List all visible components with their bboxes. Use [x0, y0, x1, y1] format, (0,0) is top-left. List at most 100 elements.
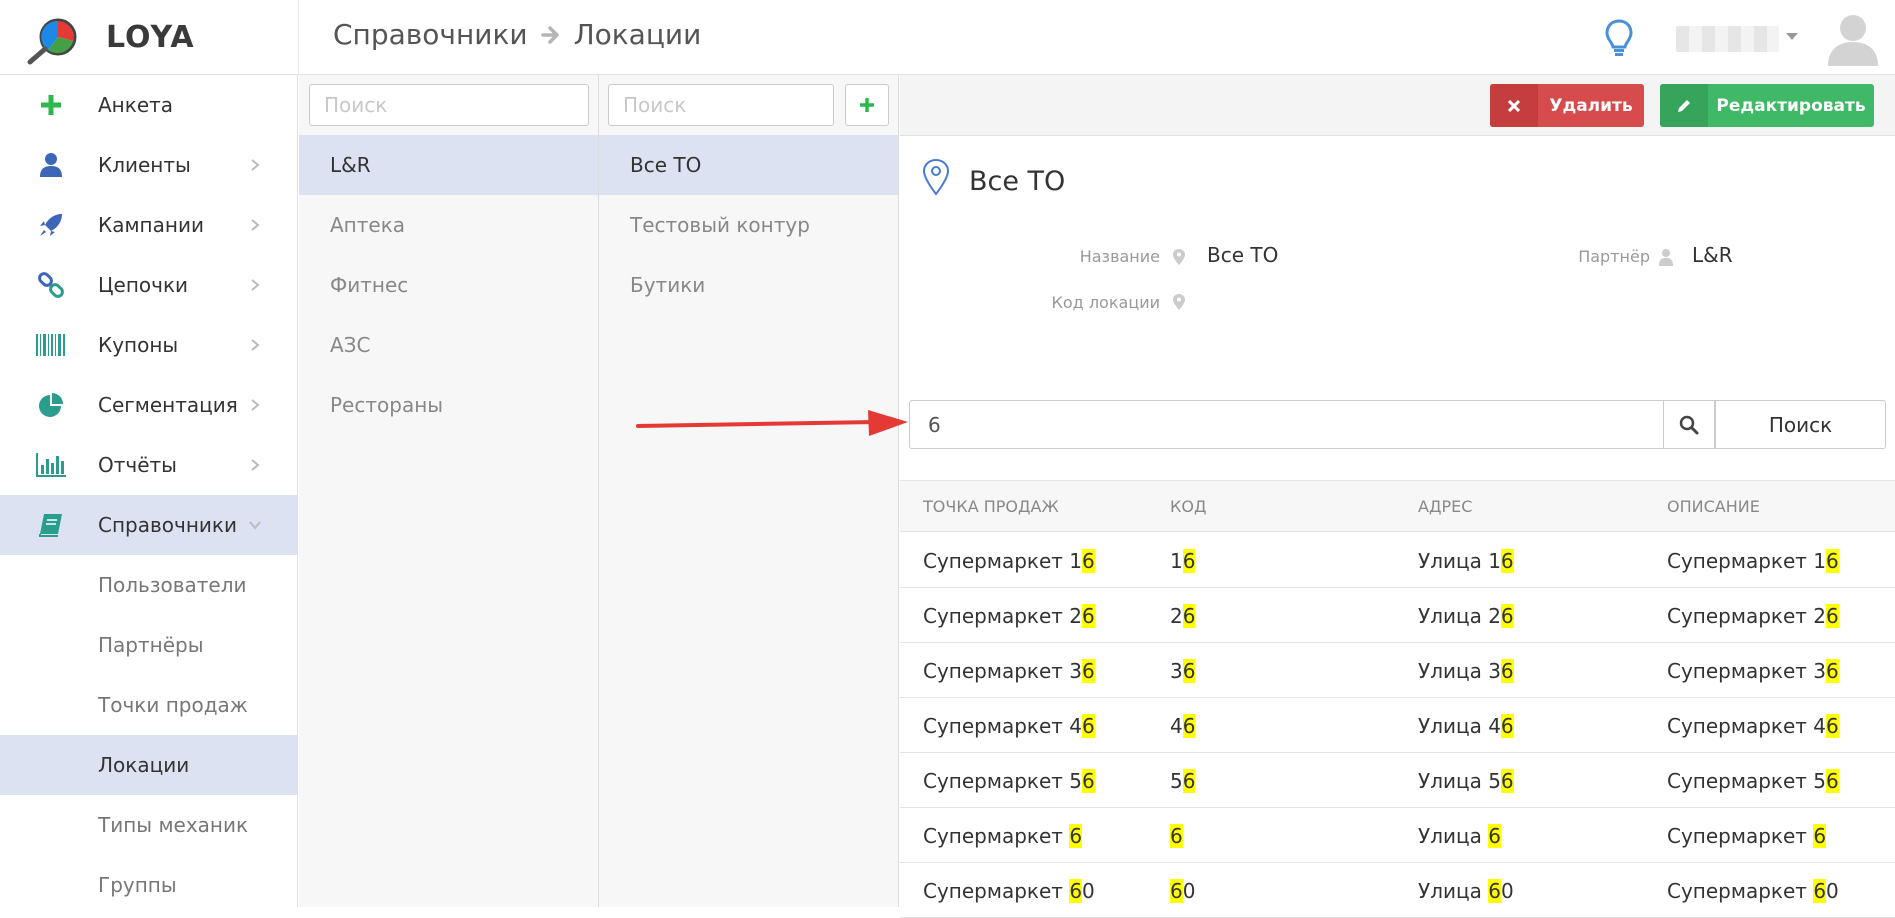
table-row[interactable]: Супермаркет 56 56 Улица 56 Супермаркет 56: [900, 753, 1895, 808]
location-item[interactable]: Тестовый контур: [599, 195, 898, 255]
sidebar-subitem-label: Пользователи: [98, 573, 247, 597]
search-icon-button[interactable]: [1663, 400, 1715, 449]
partner-item[interactable]: АЗС: [299, 315, 598, 375]
sidebar-subitem-partners[interactable]: Партнёры: [0, 615, 298, 675]
table-row[interactable]: Супермаркет 60 60 Улица 60 Супермаркет 60: [900, 863, 1895, 918]
location-title: Все ТО: [969, 166, 1066, 197]
table-cell: Супермаркет 26: [923, 604, 1095, 628]
pie-chart-icon: [36, 390, 66, 420]
partners-search-input[interactable]: [309, 84, 589, 126]
table-cell: 46: [1170, 714, 1196, 738]
name-field-value: Все ТО: [1207, 243, 1279, 267]
column-header[interactable]: Код: [1170, 497, 1206, 516]
plus-icon: [36, 90, 66, 120]
location-item-label: Бутики: [630, 273, 706, 297]
table-cell: Супермаркет 6: [923, 824, 1083, 848]
sidebar-item-directories[interactable]: Справочники: [0, 495, 298, 555]
breadcrumb-current: Локации: [573, 18, 702, 51]
table-cell: Супермаркет 26: [1667, 604, 1839, 628]
partner-item[interactable]: L&R: [299, 135, 598, 195]
map-pin-icon: [1173, 294, 1185, 310]
table-cell: 26: [1170, 604, 1196, 628]
app-name: LOYA: [106, 20, 195, 55]
search-highlight: 6: [1082, 714, 1095, 738]
breadcrumb-item[interactable]: Справочники: [333, 18, 528, 51]
sidebar-subitem-label: Точки продаж: [98, 693, 248, 717]
column-header[interactable]: Адрес: [1418, 497, 1472, 516]
search-highlight: 6: [1826, 604, 1839, 628]
table-row[interactable]: Супермаркет 26 26 Улица 26 Супермаркет 26: [900, 588, 1895, 643]
avatar[interactable]: [1826, 10, 1880, 66]
sidebar-item-label: Кампании: [98, 213, 204, 237]
table-cell: Улица 46: [1418, 714, 1514, 738]
partner-item-label: Фитнес: [330, 273, 409, 297]
add-location-button[interactable]: [845, 84, 889, 126]
chevron-right-icon: [251, 339, 260, 351]
table-header: Точка продаж Код Адрес Описание: [900, 480, 1895, 532]
chevron-down-icon[interactable]: [1786, 33, 1798, 40]
table-cell: Улица 6: [1418, 824, 1501, 848]
sidebar-subitem-label: Группы: [98, 873, 177, 897]
table-row[interactable]: Супермаркет 46 46 Улица 46 Супермаркет 46: [900, 698, 1895, 753]
partner-item[interactable]: Рестораны: [299, 375, 598, 435]
sidebar-subitem-groups[interactable]: Группы: [0, 855, 298, 915]
partner-item-label: АЗС: [330, 333, 371, 357]
table-cell: Улица 36: [1418, 659, 1514, 683]
partner-item[interactable]: Аптека: [299, 195, 598, 255]
search-highlight: 6: [1170, 824, 1183, 848]
sidebar-item-campaigns[interactable]: Кампании: [0, 195, 298, 255]
locations-search-input[interactable]: [608, 84, 834, 126]
search-highlight: 6: [1500, 659, 1514, 683]
delete-button[interactable]: Удалить: [1490, 84, 1644, 127]
sidebar-subitem-label: Партнёры: [98, 633, 204, 657]
search-highlight: 6: [1182, 714, 1196, 738]
table-cell: Супермаркет 46: [1667, 714, 1839, 738]
column-header[interactable]: Точка продаж: [923, 497, 1059, 516]
search-highlight: 6: [1826, 769, 1839, 793]
sidebar-item-survey[interactable]: Анкета: [0, 75, 298, 135]
sidebar-item-label: Анкета: [98, 93, 174, 117]
table-cell: 6: [1170, 824, 1183, 848]
edit-button[interactable]: Редактировать: [1660, 84, 1874, 127]
sidebar-item-label: Цепочки: [98, 273, 189, 297]
location-item[interactable]: Бутики: [599, 255, 898, 315]
logo-icon[interactable]: [24, 15, 84, 65]
name-field-label: Название: [1079, 247, 1160, 266]
sidebar-subitem-mechanic-types[interactable]: Типы механик: [0, 795, 298, 855]
sidebar-subitem-locations[interactable]: Локации: [0, 735, 298, 795]
table-row[interactable]: Супермаркет 16 16 Улица 16 Супермаркет 16: [900, 533, 1895, 588]
location-item[interactable]: Все ТО: [599, 135, 898, 195]
search-highlight: 6: [1182, 659, 1196, 683]
sidebar-subitem-users[interactable]: Пользователи: [0, 555, 298, 615]
sidebar-item-label: Клиенты: [98, 153, 191, 177]
detail-toolbar: Удалить Редактировать: [900, 75, 1895, 136]
map-pin-icon: [1173, 249, 1185, 265]
sidebar-item-reports[interactable]: Отчёты: [0, 435, 298, 495]
user-icon: [36, 150, 66, 180]
partner-item[interactable]: Фитнес: [299, 255, 598, 315]
partner-field-value: L&R: [1692, 243, 1733, 267]
lightbulb-icon[interactable]: [1604, 18, 1634, 58]
sidebar-item-label: Сегментация: [98, 393, 238, 417]
column-header[interactable]: Описание: [1667, 497, 1760, 516]
search-button[interactable]: Поиск: [1715, 400, 1886, 449]
sidebar-item-segmentation[interactable]: Сегментация: [0, 375, 298, 435]
table-row[interactable]: Супермаркет 6 6 Улица 6 Супермаркет 6: [900, 808, 1895, 863]
table-row[interactable]: Супермаркет 36 36 Улица 36 Супермаркет 36: [900, 643, 1895, 698]
sidebar-subitem-label: Типы механик: [98, 813, 249, 837]
map-pin-icon: [922, 158, 950, 196]
search-highlight: 6: [1082, 604, 1095, 628]
arrow-right-icon: [540, 25, 559, 44]
partner-item-label: Аптека: [330, 213, 406, 237]
sidebar-subitem-points-of-sale[interactable]: Точки продаж: [0, 675, 298, 735]
table-cell: Супермаркет 56: [1667, 769, 1839, 793]
search-highlight: 6: [1082, 549, 1095, 573]
search-highlight: 6: [1826, 549, 1839, 573]
plus-icon: [860, 98, 874, 112]
user-name-blurred[interactable]: [1676, 26, 1779, 52]
sidebar-item-coupons[interactable]: Купоны: [0, 315, 298, 375]
points-search-input[interactable]: [909, 400, 1664, 449]
table-cell: Супермаркет 36: [1667, 659, 1839, 683]
sidebar-item-chains[interactable]: Цепочки: [0, 255, 298, 315]
sidebar-item-clients[interactable]: Клиенты: [0, 135, 298, 195]
